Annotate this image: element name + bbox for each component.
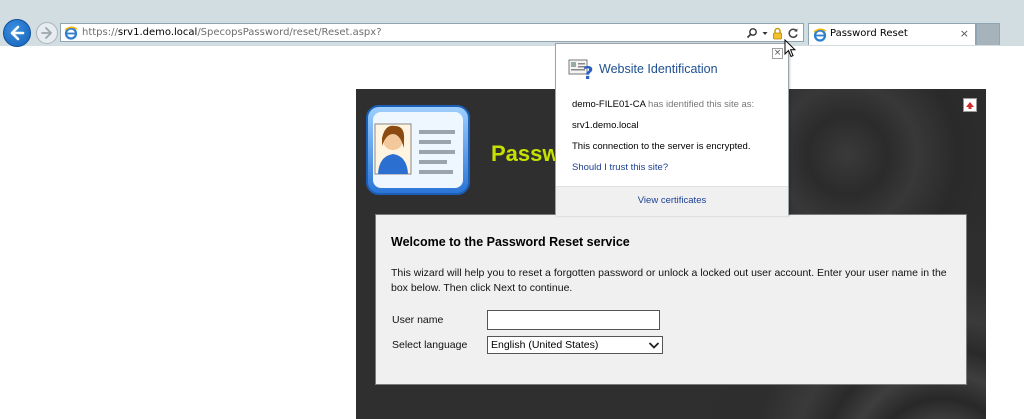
reset-form: Welcome to the Password Reset service Th…	[375, 214, 967, 385]
website-identification-popup: × ? Website Identification demo-FILE01-C…	[555, 43, 789, 216]
popup-close-button[interactable]: ×	[772, 48, 783, 59]
search-icon[interactable]	[746, 27, 758, 39]
url-prefix: https://	[82, 27, 118, 38]
ie-icon	[64, 26, 78, 40]
username-label: User name	[392, 314, 444, 326]
popup-issuer-line: demo-FILE01-CA has identified this site …	[572, 99, 754, 110]
dropdown-icon[interactable]	[762, 27, 768, 39]
refresh-icon[interactable]	[787, 27, 799, 39]
chevron-down-icon	[648, 342, 660, 349]
tab-title: Password Reset	[830, 28, 908, 39]
language-selected-value: English (United States)	[491, 339, 599, 351]
popup-site-name: srv1.demo.local	[572, 120, 639, 131]
url-text[interactable]: https://srv1.demo.local/SpecopsPassword/…	[82, 27, 382, 38]
forward-arrow-icon	[41, 27, 52, 39]
contact-card-icon	[366, 105, 470, 195]
popup-title: Website Identification	[599, 62, 718, 76]
app-title: Passw	[491, 141, 560, 166]
trust-site-link[interactable]: Should I trust this site?	[572, 162, 668, 173]
view-certificates-link[interactable]: View certificates	[556, 195, 788, 206]
form-heading: Welcome to the Password Reset service	[391, 235, 630, 249]
forward-button[interactable]	[36, 22, 58, 44]
lock-icon[interactable]	[772, 27, 783, 40]
svg-text:?: ?	[583, 63, 593, 81]
certificate-help-icon: ?	[568, 59, 593, 81]
issuer-suffix: has identified this site as:	[648, 99, 755, 110]
popup-encryption-note: This connection to the server is encrypt…	[572, 141, 751, 152]
close-icon[interactable]: ×	[960, 27, 969, 41]
url-host: srv1.demo.local	[117, 27, 198, 38]
username-input[interactable]	[487, 310, 660, 330]
popup-footer: View certificates	[556, 186, 788, 216]
back-arrow-icon	[10, 25, 25, 41]
address-bar-icons	[746, 26, 799, 40]
mouse-cursor-icon	[784, 39, 796, 58]
language-label: Select language	[392, 339, 468, 351]
form-description: This wizard will help you to reset a for…	[391, 267, 947, 294]
address-bar[interactable]: https://srv1.demo.local/SpecopsPassword/…	[60, 23, 804, 42]
language-select[interactable]: English (United States)	[487, 336, 663, 354]
url-path: /SpecopsPassword/reset/Reset.aspx?	[197, 27, 382, 38]
help-icon[interactable]	[963, 98, 977, 112]
new-tab-button[interactable]	[976, 23, 1000, 45]
tab-password-reset[interactable]: Password Reset ×	[808, 23, 976, 45]
browser-toolbar: https://srv1.demo.local/SpecopsPassword/…	[0, 0, 1024, 47]
ie-icon	[813, 28, 827, 42]
back-button[interactable]	[3, 19, 31, 47]
issuer-name: demo-FILE01-CA	[572, 99, 646, 110]
